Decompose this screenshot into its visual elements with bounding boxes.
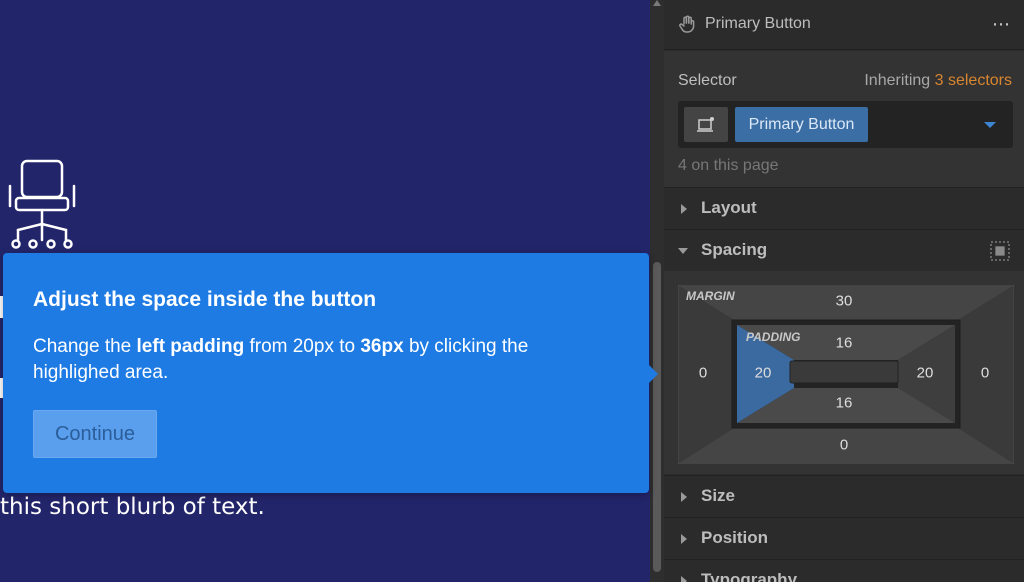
section-label: Size: [701, 486, 736, 505]
section-spacing[interactable]: Spacing: [664, 229, 1024, 271]
section-size[interactable]: Size: [664, 475, 1024, 517]
chevron-right-icon: [681, 204, 687, 214]
office-chair-icon: [8, 159, 76, 249]
scroll-up-arrow-icon[interactable]: [653, 0, 661, 6]
chevron-down-icon: [678, 248, 688, 254]
padding-top-value[interactable]: 16: [836, 335, 853, 352]
margin-right-value[interactable]: 0: [981, 365, 989, 382]
section-label: Spacing: [701, 240, 768, 259]
instances-count: 4 on this page: [678, 157, 779, 174]
section-position[interactable]: Position: [664, 517, 1024, 559]
chevron-down-icon[interactable]: [984, 122, 996, 128]
more-options-icon[interactable]: ⋯: [992, 14, 1011, 35]
section-label: Layout: [701, 198, 757, 217]
tooltip-body-text: from 20px to: [244, 336, 361, 357]
margin-top-value[interactable]: 30: [836, 293, 853, 310]
tooltip-pointer: [646, 362, 658, 386]
tooltip-body-text: Change the: [33, 336, 137, 357]
selector-label: Selector: [678, 72, 737, 89]
chevron-right-icon: [681, 492, 687, 502]
spacing-box-icon[interactable]: [990, 241, 1010, 261]
padding-label: PADDING: [746, 330, 801, 344]
panel-header: Primary Button ⋯: [664, 0, 1024, 50]
chevron-right-icon: [681, 534, 687, 544]
style-panel: Primary Button ⋯ Selector Inheriting 3 s…: [664, 0, 1024, 582]
padding-right-value[interactable]: 20: [917, 365, 934, 382]
continue-button[interactable]: Continue: [33, 410, 157, 458]
section-label: Typography: [701, 570, 798, 582]
scrollbar-thumb[interactable]: [653, 262, 661, 572]
tooltip-title: Adjust the space inside the button: [33, 288, 377, 311]
tutorial-tooltip: Adjust the space inside the button Chang…: [3, 253, 649, 493]
selector-section: Selector Inheriting 3 selectors Primary …: [664, 51, 1024, 187]
tooltip-body-bold: left padding: [136, 336, 245, 357]
padding-bottom-value[interactable]: 16: [836, 395, 853, 412]
inheriting-count[interactable]: 3 selectors: [935, 72, 1012, 89]
margin-label: MARGIN: [686, 289, 735, 303]
section-typography[interactable]: Typography: [664, 559, 1024, 582]
tooltip-body-bold: 36px: [360, 336, 404, 357]
padding-left-value[interactable]: 20: [755, 365, 772, 382]
selector-chip-primary-button[interactable]: Primary Button: [735, 107, 868, 142]
inheriting-selectors-link[interactable]: Inheriting 3 selectors: [864, 72, 1012, 90]
canvas-scrollbar[interactable]: [650, 0, 664, 582]
inheriting-prefix: Inheriting: [864, 72, 935, 89]
blurb-text: this short blurb of text.: [0, 494, 265, 520]
selected-element-name: Primary Button: [705, 15, 811, 32]
tooltip-body: Change the left padding from 20px to 36p…: [33, 334, 593, 386]
chevron-right-icon: [681, 576, 687, 582]
spacing-box-model: MARGIN PADDING 30 0 0 0 16 20 16 20: [664, 271, 1024, 474]
selector-type-button[interactable]: [684, 107, 728, 142]
component-icon: [697, 117, 714, 132]
section-label: Position: [701, 528, 769, 547]
selector-field[interactable]: Primary Button: [678, 101, 1013, 148]
section-layout[interactable]: Layout: [664, 187, 1024, 229]
margin-bottom-value[interactable]: 0: [840, 437, 848, 454]
hand-pointer-icon: [679, 15, 695, 33]
margin-left-value[interactable]: 0: [699, 365, 707, 382]
